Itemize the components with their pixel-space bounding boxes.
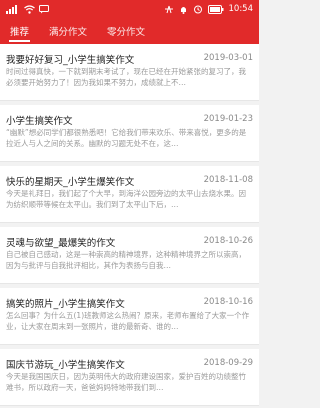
article-date: 2019-03-01	[203, 53, 253, 63]
tab-bar: 推荐 满分作文 零分作文	[0, 18, 259, 44]
article-title: 快乐的星期天_小学生爆笑作文	[6, 177, 135, 188]
article-date: 2019-01-23	[203, 114, 253, 124]
article-summary: 自己被自己感动，这是一种崇高的精神境界，这种精神境界之所以崇高，因为与批评与自我…	[6, 250, 246, 270]
article-summary: 怎么回事？为什么五(1)班教师这么热闹？原来，老师布置给了大家一个作业，让大家在…	[6, 311, 250, 331]
wifi-icon	[24, 0, 35, 18]
list-item[interactable]: 我要好好复习_小学生搞笑作文 2019-03-01 时间过得真快，一下就到期末考…	[0, 44, 259, 101]
status-time: 10:54	[228, 4, 254, 14]
status-bar: 10:54	[0, 0, 259, 18]
tab-recommend[interactable]: 推荐	[0, 18, 39, 44]
list-item[interactable]: 快乐的星期天_小学生爆笑作文 2018-11-08 今天是礼拜日，我们起了个大早…	[0, 166, 259, 223]
signal-icon	[6, 0, 20, 18]
status-left	[6, 0, 49, 18]
article-title: 灵魂与欲望_最爆笑的作文	[6, 238, 116, 249]
tab-zero-score-essays[interactable]: 零分作文	[97, 18, 155, 44]
alarm-icon	[193, 0, 203, 18]
divider	[0, 161, 259, 162]
status-right: 10:54	[164, 0, 254, 18]
list-item[interactable]: 小学生搞笑作文 2019-01-23 “幽默”想必同学们都很熟悉吧！它给我们带来…	[0, 105, 259, 162]
article-list[interactable]: 我要好好复习_小学生搞笑作文 2019-03-01 时间过得真快，一下就到期末考…	[0, 44, 259, 408]
battery-icon	[207, 0, 224, 18]
article-summary: 今天是我国国庆日，因为英明伟大的政府建设国家，爱护百姓的功绩整竹难书，所以政府一…	[6, 372, 246, 392]
list-item[interactable]: 国庆节游玩_小学生搞笑作文 2018-09-29 今天是我国国庆日，因为英明伟大…	[0, 349, 259, 406]
message-icon	[39, 0, 49, 18]
divider	[0, 405, 259, 406]
divider	[0, 283, 259, 284]
divider	[0, 344, 259, 345]
article-title: 我要好好复习_小学生搞笑作文	[6, 55, 135, 66]
huawei-icon	[164, 0, 174, 18]
article-summary: 今天是礼拜日，我们起了个大早，到海洋公园旁边的太平山去烧水果。因为纺织顺带等候在…	[6, 189, 246, 209]
list-item[interactable]: 灵魂与欲望_最爆笑的作文 2018-10-26 自己被自己感动，这是一种崇高的精…	[0, 227, 259, 284]
article-date: 2018-10-26	[203, 236, 253, 246]
list-item[interactable]: 搞笑的照片_小学生搞笑作文 2018-10-16 怎么回事？为什么五(1)班教师…	[0, 288, 259, 345]
tab-full-score-essays[interactable]: 满分作文	[39, 18, 97, 44]
article-title: 小学生搞笑作文	[6, 116, 73, 127]
divider	[0, 222, 259, 223]
article-date: 2018-09-29	[203, 358, 253, 368]
bell-icon	[179, 0, 188, 18]
article-summary: 时间过得真快，一下就到期末考试了，现在已经在开始紧张的复习了，我必须要开始努力了…	[6, 67, 246, 87]
article-title: 国庆节游玩_小学生搞笑作文	[6, 360, 125, 371]
article-title: 搞笑的照片_小学生搞笑作文	[6, 299, 125, 310]
divider	[0, 100, 259, 101]
article-date: 2018-11-08	[203, 175, 253, 185]
article-summary: “幽默”想必同学们都很熟悉吧！它给我们带来欢乐、带来喜悦，更多的是拉近人与人之间…	[6, 128, 247, 148]
article-date: 2018-10-16	[203, 297, 253, 307]
